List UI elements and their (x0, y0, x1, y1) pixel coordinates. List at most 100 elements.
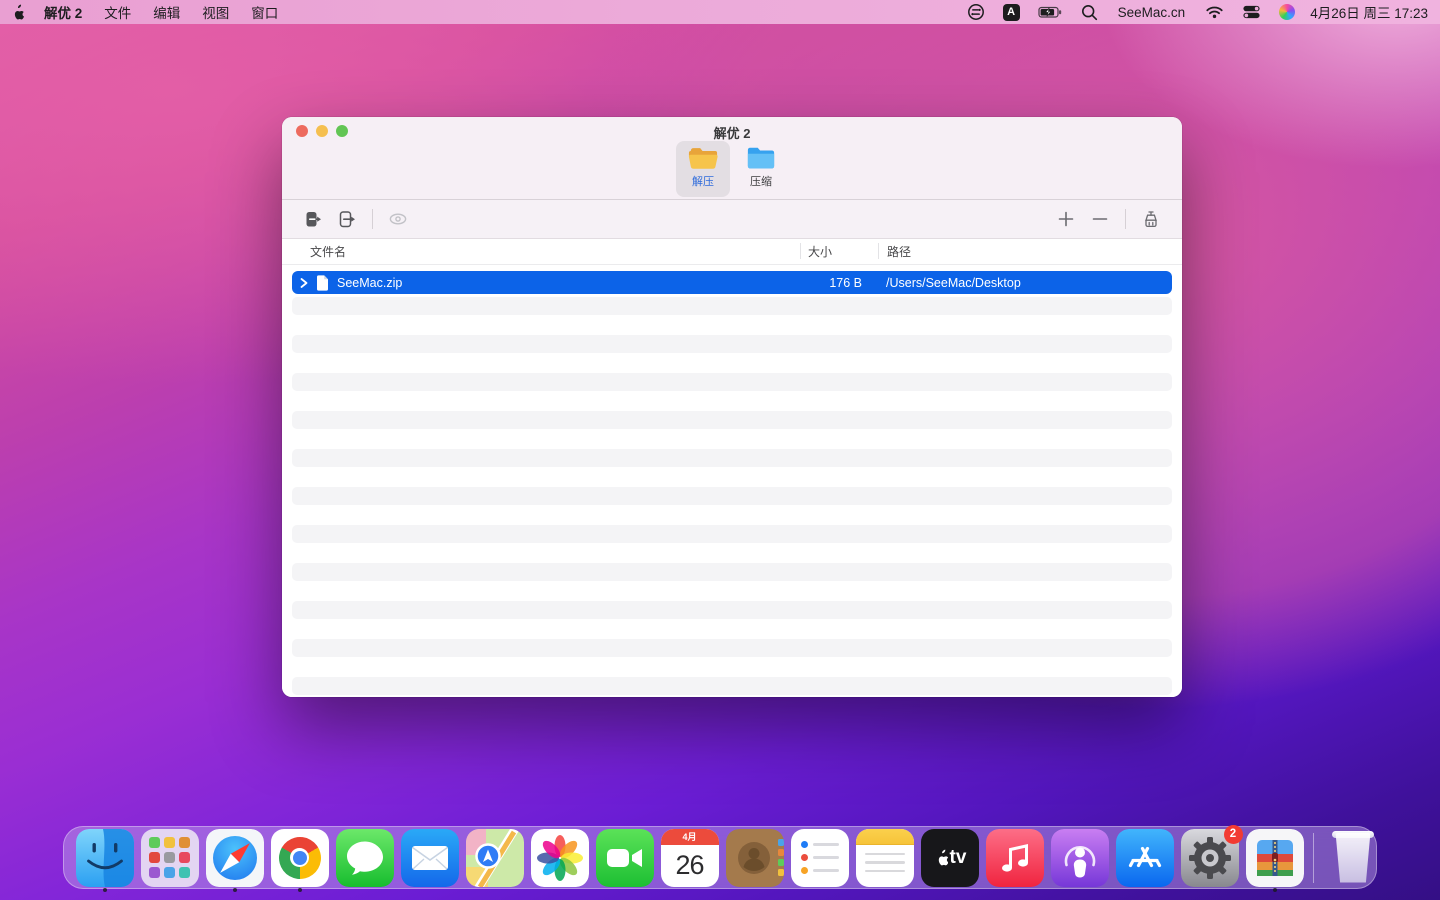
open-folder-icon (688, 148, 718, 169)
dock-chrome[interactable] (270, 828, 329, 892)
apple-tv-icon: tv (920, 828, 979, 887)
clean-list-button[interactable] (1134, 205, 1168, 233)
import-file-button[interactable] (296, 205, 330, 233)
clean-list-icon (1145, 210, 1157, 227)
tab-extract-label: 解压 (692, 176, 714, 188)
dock-apple-tv[interactable]: tv (920, 828, 979, 887)
menubar-clock[interactable]: 4月26日 周三 17:23 (1304, 0, 1440, 24)
menubar-menu-view[interactable]: 视图 (191, 0, 240, 24)
dock-safari[interactable] (205, 828, 264, 892)
remove-button[interactable] (1083, 205, 1117, 233)
action-toolbar (282, 200, 1182, 239)
column-header-size[interactable]: 大小 (808, 243, 832, 260)
column-header-path[interactable]: 路径 (887, 243, 911, 260)
dock-launchpad[interactable] (140, 828, 199, 887)
tab-compress[interactable]: 压缩 (734, 141, 788, 197)
siri-icon[interactable] (1270, 0, 1304, 24)
dock-podcasts[interactable] (1050, 828, 1109, 887)
reminders-icon (790, 828, 849, 887)
dock-reminders[interactable] (790, 828, 849, 887)
dock-notes[interactable] (855, 828, 914, 887)
spotlight-search-icon[interactable] (1072, 0, 1107, 24)
add-button[interactable] (1049, 205, 1083, 233)
empty-row-stripe (292, 411, 1172, 429)
apple-tv-label: tv (949, 846, 967, 868)
messages-icon (335, 828, 394, 887)
empty-row-stripe (292, 677, 1172, 695)
import-file-icon (306, 211, 321, 226)
dock-maps[interactable] (465, 828, 524, 887)
empty-row-stripe (292, 449, 1172, 467)
control-center-icon[interactable] (1233, 0, 1270, 24)
preview-eye-icon (389, 213, 407, 225)
photos-icon (530, 828, 589, 887)
empty-row-stripe (292, 373, 1172, 391)
preview-button[interactable] (381, 205, 415, 233)
empty-row-stripe (292, 601, 1172, 619)
toolbar-divider (1125, 209, 1126, 229)
battery-charging-icon[interactable] (1029, 0, 1072, 24)
dock: 4月 26 tv 2 (63, 824, 1377, 892)
notes-icon (855, 828, 914, 887)
apple-logo-icon (14, 4, 24, 19)
toolbar-tabs: 解压 压缩 (282, 141, 1182, 197)
column-header-filename[interactable]: 文件名 (310, 243, 346, 260)
empty-row-stripe (292, 525, 1172, 543)
file-size: 176 B (829, 275, 862, 290)
dock-app-store[interactable] (1115, 828, 1174, 887)
dock-archiver[interactable] (1245, 828, 1304, 892)
export-file-icon (339, 210, 355, 227)
dock-system-settings[interactable]: 2 (1180, 824, 1243, 887)
dock-finder[interactable] (75, 828, 134, 892)
zip-file-icon (317, 274, 328, 291)
podcasts-icon (1050, 828, 1109, 887)
dock-facetime[interactable] (595, 828, 654, 887)
window-title: 解优 2 (713, 126, 751, 141)
tab-extract[interactable]: 解压 (676, 141, 730, 197)
menubar-app-menu[interactable]: 解优 2 (33, 0, 93, 24)
empty-row-stripe (292, 335, 1172, 353)
closed-folder-icon (747, 147, 775, 169)
music-icon (985, 828, 1044, 887)
tab-compress-label: 压缩 (750, 176, 772, 188)
switch-app-icon[interactable] (958, 0, 994, 24)
wifi-icon[interactable] (1196, 0, 1233, 24)
archiver-icon (1245, 828, 1304, 887)
dock-messages[interactable] (335, 828, 394, 887)
add-icon (1058, 211, 1074, 227)
toolbar-divider (372, 209, 373, 229)
table-row-seemac-zip[interactable]: SeeMac.zip 176 B /Users/SeeMac/Desktop (292, 271, 1172, 294)
export-file-button[interactable] (330, 205, 364, 233)
file-path: /Users/SeeMac/Desktop (886, 275, 1021, 290)
dock-trash[interactable] (1324, 829, 1382, 887)
facetime-icon (595, 828, 654, 887)
window-titlebar[interactable]: 解优 2 解压 压缩 (282, 117, 1182, 200)
launchpad-icon (140, 828, 199, 887)
menubar-site-label[interactable]: SeeMac.cn (1107, 0, 1197, 24)
chrome-icon (270, 828, 329, 887)
app-window: 解优 2 解压 压缩 文件名 大小 路径 SeeMac.zip 176 B /U… (282, 117, 1182, 697)
calendar-month: 4月 (660, 828, 719, 845)
calendar-day: 26 (675, 850, 704, 880)
menubar-menu-file[interactable]: 文件 (93, 0, 142, 24)
running-indicator (102, 887, 107, 892)
input-source-icon[interactable]: A (994, 0, 1029, 24)
disclosure-chevron-icon[interactable] (300, 277, 308, 288)
running-indicator (297, 887, 302, 892)
menubar-menu-edit[interactable]: 编辑 (142, 0, 191, 24)
contacts-icon (725, 828, 784, 887)
dock-music[interactable] (985, 828, 1044, 887)
app-store-icon (1115, 828, 1174, 887)
table-body: SeeMac.zip 176 B /Users/SeeMac/Desktop (282, 265, 1182, 697)
file-name: SeeMac.zip (337, 275, 403, 290)
dock-photos[interactable] (530, 828, 589, 887)
menubar-menu-window[interactable]: 窗口 (240, 0, 289, 24)
dock-calendar[interactable]: 4月 26 (660, 828, 719, 887)
maps-icon (465, 828, 524, 887)
dock-contacts[interactable] (725, 828, 784, 887)
menu-bar: 解优 2 文件 编辑 视图 窗口 A SeeMac.cn 4月26日 周三 17… (0, 0, 1440, 24)
apple-menu[interactable] (0, 0, 33, 24)
running-indicator (1272, 887, 1277, 892)
remove-icon (1092, 218, 1108, 220)
dock-mail[interactable] (400, 828, 459, 887)
